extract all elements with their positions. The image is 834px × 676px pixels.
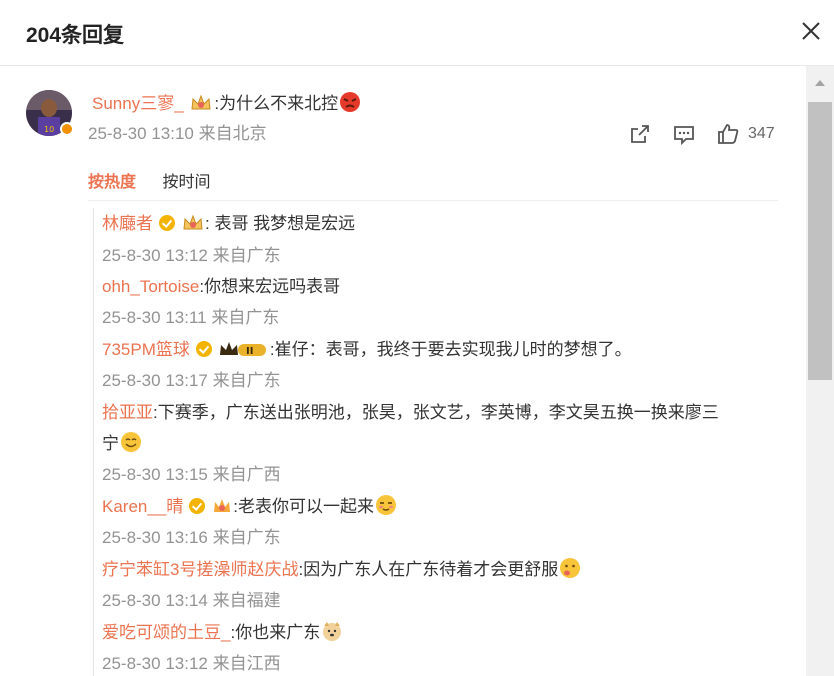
location: 来自广东 xyxy=(212,371,281,390)
list-item: 拾亚亚:下赛季，广东送出张明池，张昊，张文艺，李英博，李文昊五换一换来廖三 xyxy=(102,397,782,428)
location: 来自福建 xyxy=(212,591,281,610)
svg-text:10: 10 xyxy=(44,125,54,134)
verified-icon xyxy=(189,498,206,514)
comment-icon[interactable] xyxy=(672,122,696,146)
sort-by-time-tab[interactable]: 按时间 xyxy=(162,174,210,191)
sort-by-hot-tab[interactable]: 按热度 xyxy=(88,174,136,191)
doge-emoji xyxy=(323,622,342,641)
list-item: ohh_Tortoise:你想来宏远吗表哥 xyxy=(102,271,340,302)
reply-text: :你也来广东 xyxy=(230,623,321,642)
reply-text: :你想来宏远吗表哥 xyxy=(199,277,341,296)
reply-text: :因为广东人在广东待着才会更舒服 xyxy=(298,560,559,579)
location: 来自广东 xyxy=(212,528,281,547)
main-comment-meta: 25-8-30 13:10 来自北京 xyxy=(88,123,267,145)
reply-text: :老表你可以一起来 xyxy=(233,497,375,516)
close-icon[interactable] xyxy=(800,20,822,42)
share-icon[interactable] xyxy=(628,122,652,146)
location: 来自广东 xyxy=(211,308,280,327)
scroll-up-arrow-icon[interactable] xyxy=(815,80,825,86)
dialog-title: 204条回复 xyxy=(26,24,125,47)
level-text: II xyxy=(246,346,253,357)
smug-face-emoji xyxy=(376,495,397,515)
main-username[interactable]: Sunny三寥_ xyxy=(92,94,184,113)
like-icon[interactable] xyxy=(716,122,740,146)
timestamp: 25-8-30 13:16 xyxy=(102,528,208,547)
location: 来自北京 xyxy=(198,124,267,143)
list-item: 疗宁苯缸3号搓澡师赵庆战:因为广东人在广东待着才会更舒服 xyxy=(102,554,582,585)
divider xyxy=(88,200,778,201)
location: 来自江西 xyxy=(212,654,281,673)
comment-thread: 10 Sunny三寥_ :为什么不来北控 25-8-30 13:10 来自北京 … xyxy=(0,66,806,676)
timestamp: 25-8-30 13:17 xyxy=(102,371,208,390)
verified-icon xyxy=(195,341,212,357)
list-item: 735PM篮球 II :崔仔：表哥，我终于要去实现我儿时的梦想了。 xyxy=(102,334,632,365)
reply-username[interactable]: 拾亚亚 xyxy=(102,403,153,422)
scroll-thumb[interactable] xyxy=(808,102,832,380)
list-item-continued: 宁 xyxy=(102,428,143,459)
scrollbar[interactable] xyxy=(806,66,834,676)
reply-list: 林廰者 : 表哥 我梦想是宏远 25-8-30 13:12 来自广东 ohh_To… xyxy=(93,208,794,676)
reply-meta: 25-8-30 13:15 来自广西 xyxy=(102,459,281,490)
reply-username[interactable]: ohh_Tortoise xyxy=(102,277,199,296)
timestamp: 25-8-30 13:14 xyxy=(102,591,208,610)
reply-meta: 25-8-30 13:17 来自广东 xyxy=(102,365,281,396)
reply-username[interactable]: 疗宁苯缸3号搓澡师赵庆战 xyxy=(102,560,298,579)
reply-meta: 25-8-30 13:14 来自福建 xyxy=(102,585,281,616)
timestamp: 25-8-30 13:15 xyxy=(102,465,208,484)
reply-text-continued: 宁 xyxy=(102,434,119,453)
reply-meta: 25-8-30 13:12 来自广东 xyxy=(102,240,281,271)
level-badge-icon: II xyxy=(219,342,266,357)
list-item: 林廰者 : 表哥 我梦想是宏远 xyxy=(102,208,355,239)
timestamp: 25-8-30 13:12 xyxy=(102,246,208,265)
drooling-face-emoji xyxy=(560,558,581,578)
reply-meta: 25-8-30 13:11 来自广东 xyxy=(102,302,279,333)
list-item: 爱吃可颂的土豆_:你也来广东 xyxy=(102,617,344,648)
sort-tabs: 按热度 按时间 xyxy=(88,172,210,194)
verified-badge-icon xyxy=(60,122,74,136)
verified-icon xyxy=(159,215,175,231)
location: 来自广西 xyxy=(212,465,281,484)
reply-text: : 表哥 我梦想是宏远 xyxy=(205,214,356,233)
timestamp: 25-8-30 13:11 xyxy=(102,308,207,327)
reply-text: :崔仔：表哥，我终于要去实现我儿时的梦想了。 xyxy=(269,340,632,359)
angry-face-emoji xyxy=(340,92,361,112)
reply-text: :下赛季，广东送出张明池，张昊，张文艺，李英博，李文昊五换一换来廖三 xyxy=(153,403,719,422)
reply-username[interactable]: Karen__晴 xyxy=(102,497,183,516)
location: 来自广东 xyxy=(212,246,281,265)
timestamp: 25-8-30 13:10 xyxy=(88,124,194,143)
timestamp: 25-8-30 13:12 xyxy=(102,654,208,673)
crown-badge-icon xyxy=(191,94,211,110)
dialog-header: 204条回复 xyxy=(0,0,834,66)
list-item: Karen__晴 :老表你可以一起来 xyxy=(102,491,398,522)
crown-badge-icon xyxy=(183,214,203,230)
reply-username[interactable]: 爱吃可颂的土豆_ xyxy=(102,623,230,642)
like-count: 347 xyxy=(748,125,775,142)
smile-emoji xyxy=(121,432,141,452)
reply-meta: 25-8-30 13:16 来自广东 xyxy=(102,522,281,553)
crown-badge-icon xyxy=(214,499,231,512)
reply-meta: 25-8-30 13:12 来自江西 xyxy=(102,648,281,676)
main-comment: Sunny三寥_ :为什么不来北控 xyxy=(92,91,362,116)
main-comment-text: :为什么不来北控 xyxy=(214,94,339,113)
reply-username[interactable]: 735PM篮球 xyxy=(102,340,190,359)
reply-username[interactable]: 林廰者 xyxy=(102,214,153,233)
